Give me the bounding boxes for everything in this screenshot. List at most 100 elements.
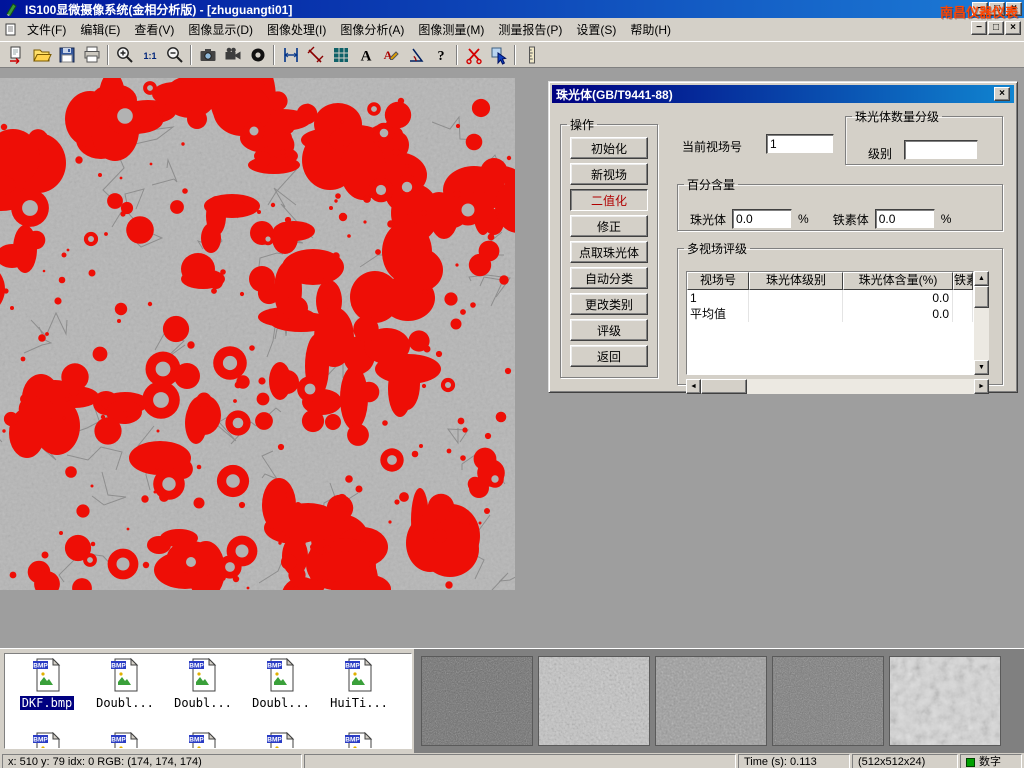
dialog-titlebar[interactable]: 珠光体(GB/T9441-88) ×	[552, 85, 1014, 103]
percent-field-input[interactable]	[732, 209, 792, 229]
help-icon[interactable]: ?	[428, 43, 453, 66]
scroll-right-button[interactable]: ►	[974, 379, 989, 394]
file-item-clipped-1[interactable]: BMP	[8, 732, 86, 749]
window-title: IS100显微摄像系统(金相分析版) - [zhuguangti01]	[25, 1, 292, 18]
menu-item-5[interactable]: 图像处理(I)	[260, 18, 333, 41]
toolbar-separator-2	[190, 45, 192, 65]
mdi-window-buttons: −□×	[971, 21, 1021, 35]
file-item-4[interactable]: BMP Doubl...	[242, 658, 320, 710]
op-button-8[interactable]: 评级	[570, 319, 648, 341]
file-item-5[interactable]: BMP HuiTi...	[320, 658, 398, 710]
file-label: HuiTi...	[328, 696, 390, 710]
dialog-close-button[interactable]: ×	[994, 87, 1010, 101]
menu-item-7[interactable]: 图像测量(M)	[411, 18, 491, 41]
actual-size-icon[interactable]: 1:1	[137, 43, 162, 66]
menu-item-2[interactable]: 编辑(E)	[73, 18, 127, 41]
caliper-icon[interactable]	[278, 43, 303, 66]
mode-status-label: 数字	[979, 756, 1001, 768]
column-header-3[interactable]: 珠光体含量(%)	[843, 272, 953, 290]
file-item-clipped-2[interactable]: BMP	[86, 732, 164, 749]
percent-unit-label: %	[798, 212, 809, 226]
horizontal-scroll-thumb[interactable]	[701, 379, 747, 394]
percent-fields: 珠光体%铁素体%	[678, 193, 1002, 229]
annotate-icon[interactable]: A	[378, 43, 403, 66]
text-icon[interactable]: A	[353, 43, 378, 66]
menu-item-9[interactable]: 设置(S)	[569, 18, 623, 41]
mdi-close-button[interactable]: ×	[1005, 21, 1021, 35]
ruler-icon[interactable]	[519, 43, 544, 66]
mdi-restore-button[interactable]: □	[988, 21, 1004, 35]
table-row-2[interactable]: 平均值0.0	[687, 306, 973, 322]
grade-group: 珠光体数量分级 级别	[845, 108, 1003, 165]
op-button-6[interactable]: 自动分类	[570, 267, 648, 289]
scroll-left-button[interactable]: ◄	[686, 379, 701, 394]
current-field-input[interactable]	[766, 134, 834, 154]
column-header-2[interactable]: 珠光体级别	[749, 272, 843, 290]
file-item-3[interactable]: BMP Doubl...	[164, 658, 242, 710]
menu-item-8[interactable]: 测量报告(P)	[491, 18, 569, 41]
op-button-5[interactable]: 点取珠光体	[570, 241, 648, 263]
count-grid-icon[interactable]	[328, 43, 353, 66]
zoom-out-icon[interactable]	[162, 43, 187, 66]
menu-item-4[interactable]: 图像显示(D)	[181, 18, 260, 41]
thumbnail-4[interactable]	[772, 656, 884, 746]
column-header-4[interactable]: 铁素体	[953, 272, 973, 290]
print-icon[interactable]	[79, 43, 104, 66]
app-icon	[5, 2, 19, 16]
column-header-1[interactable]: 视场号	[687, 272, 749, 290]
workspace: 珠光体(GB/T9441-88) × 操作 初始化新视场二值化修正点取珠光体自动…	[0, 68, 1024, 648]
capture-icon[interactable]	[245, 43, 270, 66]
svg-text:BMP: BMP	[345, 737, 360, 744]
toolbar-separator-3	[273, 45, 275, 65]
file-item-clipped-5[interactable]: BMP	[320, 732, 398, 749]
op-button-4[interactable]: 修正	[570, 215, 648, 237]
file-item-1[interactable]: BMP DKF.bmp	[8, 658, 86, 710]
measure-icon[interactable]	[303, 43, 328, 66]
table-vertical-scrollbar[interactable]: ▲ ▼	[974, 271, 989, 375]
toolbar-separator-5	[514, 45, 516, 65]
op-button-2[interactable]: 新视场	[570, 163, 648, 185]
save-icon[interactable]	[54, 43, 79, 66]
thumbnail-1[interactable]	[421, 656, 533, 746]
op-button-1[interactable]: 初始化	[570, 137, 648, 159]
file-item-clipped-4[interactable]: BMP	[242, 732, 320, 749]
cursor-position-status: x: 510 y: 79 idx: 0 RGB: (174, 174, 174)	[2, 754, 302, 768]
file-list[interactable]: BMP DKF.bmp BMP Doubl... BMP Doubl... BM…	[4, 653, 412, 749]
percent-field-input[interactable]	[875, 209, 935, 229]
metallograph-image[interactable]	[0, 78, 515, 590]
scroll-up-button[interactable]: ▲	[974, 271, 989, 286]
op-button-9[interactable]: 返回	[570, 345, 648, 367]
menu-item-3[interactable]: 查看(V)	[127, 18, 181, 41]
file-item-clipped-3[interactable]: BMP	[164, 732, 242, 749]
zoom-in-icon[interactable]	[112, 43, 137, 66]
camera-icon[interactable]	[195, 43, 220, 66]
multi-field-group: 多视场评级 视场号珠光体级别珠光体含量(%)铁素体 10.0平均值0.0 ▲ ▼…	[677, 240, 1003, 385]
mdi-minimize-button[interactable]: −	[971, 21, 987, 35]
rating-table[interactable]: 视场号珠光体级别珠光体含量(%)铁素体 10.0平均值0.0	[686, 271, 974, 375]
table-cell: 平均值	[687, 306, 749, 322]
thumbnail-strip	[414, 649, 1024, 753]
table-cell: 0.0	[843, 290, 953, 306]
file-item-2[interactable]: BMP Doubl...	[86, 658, 164, 710]
open-folder-icon[interactable]	[29, 43, 54, 66]
angle-icon[interactable]	[403, 43, 428, 66]
vertical-scroll-thumb[interactable]	[974, 286, 989, 308]
table-horizontal-scrollbar[interactable]: ◄ ►	[686, 379, 989, 394]
thumbnail-3[interactable]	[655, 656, 767, 746]
scroll-down-button[interactable]: ▼	[974, 360, 989, 375]
op-button-3[interactable]: 二值化	[570, 189, 648, 211]
menu-item-1[interactable]: 文件(F)	[20, 18, 73, 41]
op-button-7[interactable]: 更改类别	[570, 293, 648, 315]
table-body: 10.0平均值0.0	[687, 290, 973, 322]
acquire-icon[interactable]	[4, 43, 29, 66]
thumbnail-2[interactable]	[538, 656, 650, 746]
thumbnail-5[interactable]	[889, 656, 1001, 746]
menu-item-6[interactable]: 图像分析(A)	[333, 18, 411, 41]
cut-icon[interactable]	[461, 43, 486, 66]
bmp-file-icon: BMP	[32, 732, 62, 749]
video-camera-icon[interactable]	[220, 43, 245, 66]
grade-input[interactable]	[904, 140, 978, 160]
table-row-1[interactable]: 10.0	[687, 290, 973, 306]
menu-item-10[interactable]: 帮助(H)	[623, 18, 678, 41]
pointer-grid-icon[interactable]	[486, 43, 511, 66]
